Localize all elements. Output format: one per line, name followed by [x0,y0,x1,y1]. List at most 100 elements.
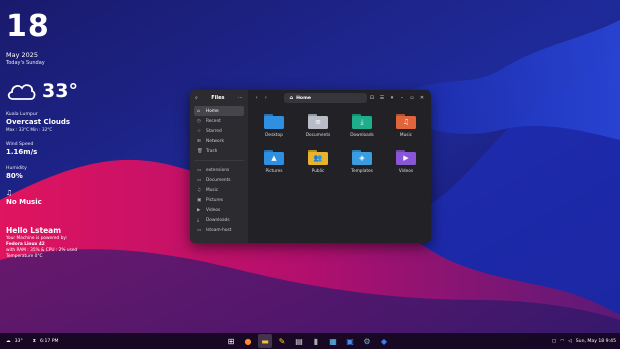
volume-icon[interactable]: ◁ [568,339,572,344]
sidebar-item-music[interactable]: ♫ Music [194,185,244,195]
sidebar-item-icon: ☆ [197,128,202,134]
sidebar-item-label: Music [206,187,219,193]
sidebar-item-extensions[interactable]: ▭ extensions [194,165,244,175]
back-icon[interactable]: ‹ [252,95,261,101]
folder-label: Downloads [350,133,374,138]
maximize-icon[interactable]: ▫ [407,95,417,101]
folder-label: Music [399,133,413,138]
view-list-icon[interactable]: ☰ [377,95,387,101]
folder-label: Documents [305,133,331,138]
folder-music[interactable]: ♫ Music [384,114,428,138]
menu-icon[interactable]: ⋯ [238,95,243,101]
date-month-year: May 2025 [6,51,39,59]
wind-label: Wind Speed [6,142,34,147]
sidebar-item-documents[interactable]: ▭ Documents [194,175,244,185]
forward-icon[interactable]: › [261,95,270,101]
folder-templates[interactable]: ◈ Templates [340,150,384,174]
taskbar: ☁ 33° ⧗ 6:17 PM ⊞ ● ▬ ✎ ▤ ▮ ▦ ▣ ⚙ ◆ ▢ ◠ … [0,333,620,349]
files-window[interactable]: ⌕ Files ⋯ ⌂ Home ◷ Recent ☆ Starred ⊞ Network 🗑 T… [190,90,431,243]
wifi-icon[interactable]: ◠ [560,339,564,344]
calendar-icon[interactable]: ▣ [343,334,357,348]
sidebar-item-home[interactable]: ⌂ Home [194,106,244,116]
taskbar-time: 6:17 PM [39,338,59,344]
weather-icon[interactable]: ☁ [6,339,11,344]
date-day-label: Today's Sunday [6,60,45,66]
view-options-icon[interactable]: ▾ [387,95,397,101]
system-monitor-icon[interactable]: ▦ [326,334,340,348]
desktop-widget: 18 May 2025 Today's Sunday 33° Kuala Lum… [6,10,116,260]
folder-desktop[interactable]: Desktop [252,114,296,138]
folder-label: Public [311,169,325,174]
terminal-icon[interactable]: ▮ [309,334,323,348]
folder-label: Pictures [265,169,283,174]
firefox-icon[interactable]: ● [241,334,255,348]
sidebar-item-label: Network [206,138,224,144]
greeting: Hello Lsteam [6,226,62,235]
document-viewer-icon[interactable]: ▤ [292,334,306,348]
sidebar-item-recent[interactable]: ◷ Recent [194,116,244,126]
files-sidebar: ⌕ Files ⋯ ⌂ Home ◷ Recent ☆ Starred ⊞ Network 🗑 T… [190,90,248,243]
location-bar[interactable]: ⌂ Home [284,93,367,103]
location-label: Home [296,95,311,101]
sidebar-item-trash[interactable]: 🗑 Trash [194,146,244,156]
sidebar-item-label: Trash [206,148,218,154]
weather-row: 33° [6,79,116,103]
sidebar-item-icon: ▶ [197,207,201,213]
sidebar-item-videos[interactable]: ▶ Videos [194,205,244,215]
home-icon: ⌂ [289,95,294,101]
minimize-icon[interactable]: – [397,95,407,101]
folder-downloads[interactable]: ⤓ Downloads [340,114,384,138]
weather-temperature: 33° [42,80,78,102]
folder-icon: ♫ [396,114,416,129]
sidebar-item-icon: ⌂ [197,108,200,114]
sidebar-item-icon: ◷ [197,118,201,124]
files-main: ‹ › ⌂ Home ⊡ ☰ ▾ – ▫ ✕ Desktop ≡ Documents… [248,90,431,243]
folder-icon: ≡ [308,114,328,129]
folder-pictures[interactable]: ▲ Pictures [252,150,296,174]
sidebar-item-starred[interactable]: ☆ Starred [194,126,244,136]
weather-city: Kuala Lumpur [6,112,38,117]
folder-videos[interactable]: ▶ Videos [384,150,428,174]
sidebar-header: ⌕ Files ⋯ [190,90,248,106]
date-day: 18 [6,9,50,44]
sidebar-item-icon: ▭ [197,167,202,173]
sidebar-item-downloads[interactable]: ⤓ Downloads [194,215,244,225]
software-center-icon[interactable]: ◆ [377,334,391,348]
files-app-icon[interactable]: ▬ [258,334,272,348]
folder-documents[interactable]: ≡ Documents [296,114,340,138]
sidebar-item-label: Documents [206,177,231,183]
cloud-icon [7,84,36,100]
search-icon[interactable]: ⌕ [195,95,198,101]
start-menu-icon[interactable]: ⊞ [224,334,238,348]
app-title: Files [211,95,225,101]
music-note-icon: ♫ [6,189,13,197]
settings-icon[interactable]: ⚙ [360,334,374,348]
system-info: Your Machine is powered by: Fedora Linux… [6,236,116,260]
folder-icon: ▲ [264,150,284,165]
chat-icon[interactable]: ▢ [552,339,556,344]
taskbar-weather: 33° [14,338,23,344]
new-tab-icon[interactable]: ⊡ [367,95,377,101]
sidebar-item-label: Starred [206,128,222,134]
sidebar-item-label: Pictures [206,197,224,203]
folder-icon [264,114,284,129]
sys-line: Temperature 0°C [6,254,43,259]
humidity-label: Humidity [6,166,27,171]
sidebar-item-label: Videos [206,207,221,213]
folder-public[interactable]: 👥 Public [296,150,340,174]
folder-icon: 👥 [308,150,328,165]
sidebar-item-icon: ⤓ [197,218,199,223]
sidebar-item-network[interactable]: ⊞ Network [194,136,244,146]
taskbar-clock[interactable]: Sun, May 18 9:45 [576,339,616,344]
sidebar-item-icon: ▣ [197,197,202,203]
folder-icon: ▶ [396,150,416,165]
weather-minmax: Max : 33°C Min : 32°C [6,127,53,132]
sidebar-item-icon: ▭ [197,177,202,183]
text-editor-icon[interactable]: ✎ [275,334,289,348]
hourglass-icon: ⧗ [32,339,36,344]
close-icon[interactable]: ✕ [417,95,427,101]
sidebar-item-pictures[interactable]: ▣ Pictures [194,195,244,205]
music-status: No Music [6,198,42,206]
sidebar-item-lsteam-host[interactable]: ▭ lsteam-host [194,225,244,235]
sidebar-divider [194,160,244,161]
